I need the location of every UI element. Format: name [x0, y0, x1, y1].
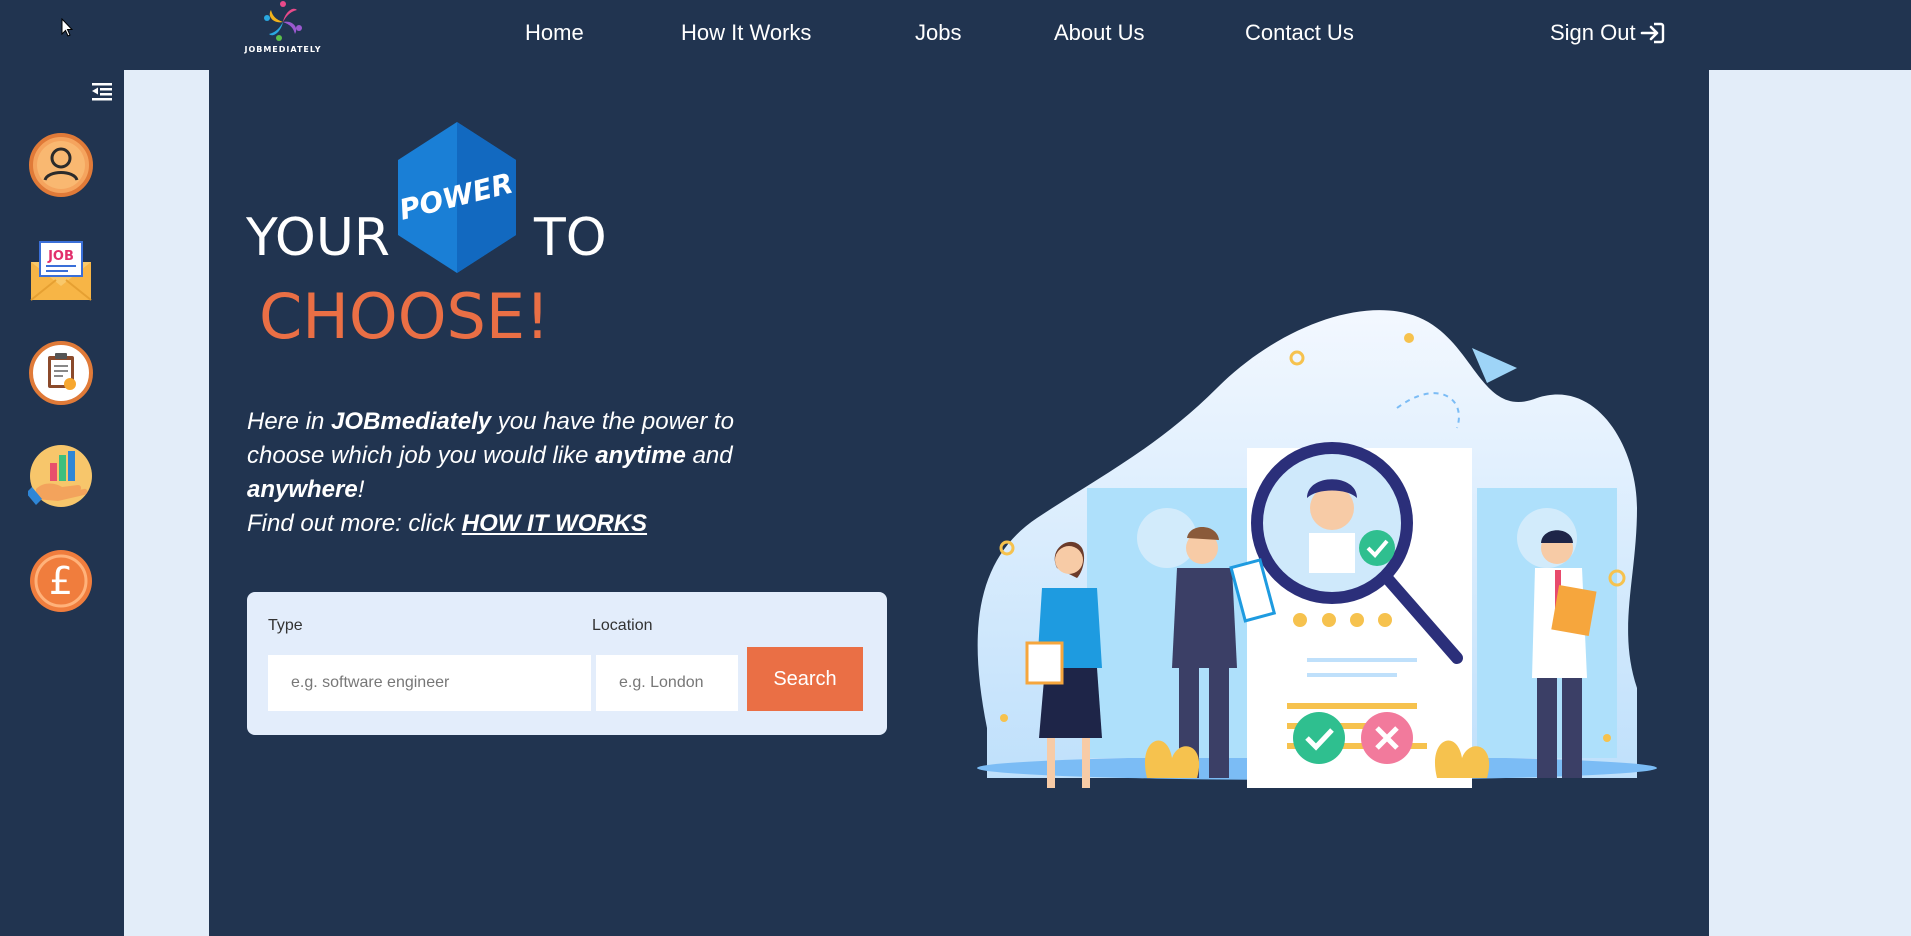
power-hexagon-badge: POWER	[396, 122, 516, 273]
desc-anywhere: anywhere	[247, 476, 358, 503]
brand-name: JOBMEDIATELY	[244, 45, 322, 54]
hero-word-your: YOUR	[246, 208, 391, 268]
pinwheel-logo-icon	[264, 1, 302, 41]
top-navbar: JOBMEDIATELY Home How It Works Jobs Abou…	[0, 0, 1911, 70]
sign-out-label: Sign Out	[1550, 20, 1636, 45]
sidebar: JOB £	[0, 70, 124, 936]
nav-how-it-works[interactable]: How It Works	[681, 20, 811, 46]
sidebar-item-jobs[interactable]: JOB	[28, 238, 94, 304]
job-type-input[interactable]	[268, 655, 591, 711]
nav-jobs[interactable]: Jobs	[915, 20, 961, 46]
nav-home[interactable]: Home	[525, 20, 584, 46]
svg-text:£: £	[49, 559, 73, 603]
hero-description: Here in JOBmediately you have the power …	[247, 405, 807, 541]
desc-text: and	[685, 442, 733, 469]
mouse-cursor-icon	[61, 18, 73, 37]
main-content: YOUR POWER TO CHOOSE! Here in JOBmediate…	[209, 70, 1709, 936]
location-input[interactable]	[596, 655, 738, 711]
right-light-panel	[1709, 70, 1911, 936]
job-mail-icon: JOB	[30, 241, 92, 301]
sign-out-button[interactable]: Sign Out	[1550, 20, 1666, 46]
hero-word-choose: CHOOSE!	[259, 280, 550, 353]
desc-anytime: anytime	[595, 442, 686, 469]
sidebar-item-analytics[interactable]	[26, 443, 94, 509]
how-it-works-link[interactable]: HOW IT WORKS	[462, 510, 647, 537]
desc-text: Find out more: click	[247, 510, 462, 537]
recruitment-illustration	[977, 310, 1657, 788]
location-label: Location	[592, 617, 653, 634]
clipboard-icon	[29, 341, 93, 405]
desc-text: Here in	[247, 408, 332, 435]
sidebar-item-salary[interactable]: £	[28, 548, 94, 614]
pound-icon: £	[30, 550, 92, 612]
desc-brand: JOBmediately	[331, 408, 492, 435]
sidebar-item-profile[interactable]	[28, 132, 94, 198]
type-label: Type	[268, 617, 303, 634]
collapse-sidebar-icon[interactable]	[90, 80, 114, 102]
hero-word-to: TO	[534, 208, 607, 268]
nav-contact-us[interactable]: Contact Us	[1245, 20, 1354, 46]
left-light-panel	[124, 70, 209, 936]
job-search-card: Type Location Search	[247, 592, 887, 735]
user-icon	[29, 133, 93, 197]
brand-logo[interactable]: JOBMEDIATELY	[233, 0, 333, 58]
svg-text:JOB: JOB	[47, 249, 74, 264]
sidebar-item-applications[interactable]	[28, 340, 94, 406]
sign-in-arrow-icon	[1640, 22, 1664, 44]
search-button[interactable]: Search	[747, 647, 863, 711]
nav-about-us[interactable]: About Us	[1054, 20, 1145, 46]
chart-hand-icon	[26, 445, 92, 507]
desc-text: !	[357, 476, 365, 503]
